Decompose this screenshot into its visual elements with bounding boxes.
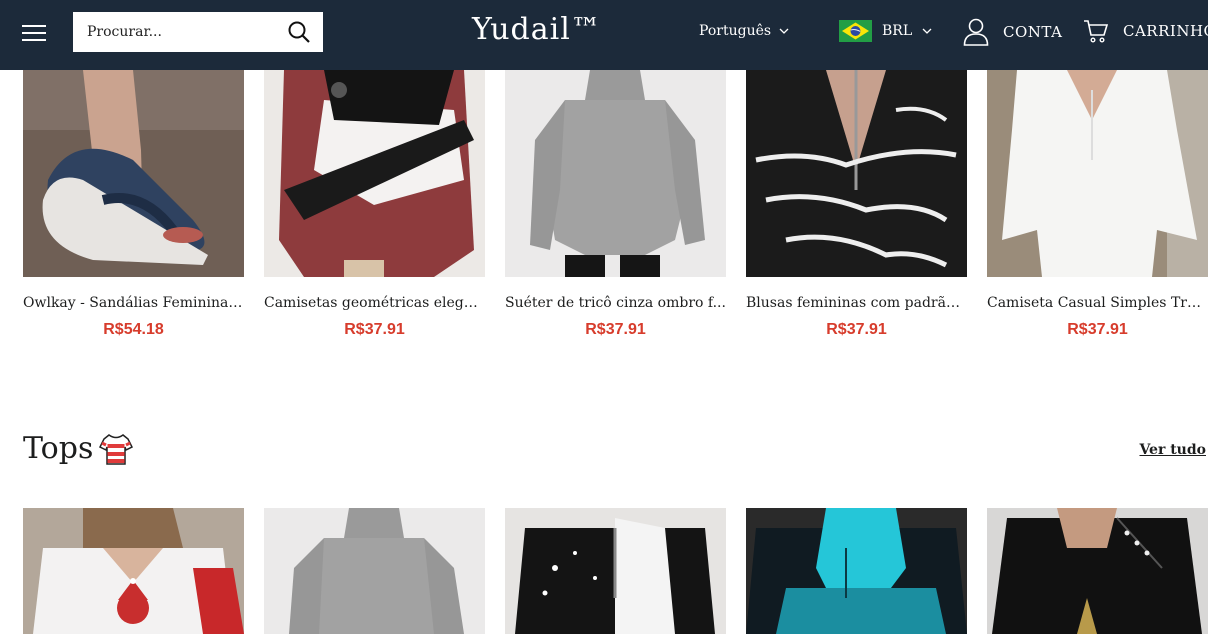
product-image[interactable]	[23, 70, 244, 277]
language-selector[interactable]: Português	[699, 23, 789, 39]
product-image[interactable]	[505, 508, 726, 634]
site-logo[interactable]: Yudail™	[472, 12, 602, 47]
language-label: Português	[699, 23, 772, 39]
site-header: Yudail™ Português BRL CONTA CARR	[0, 0, 1208, 70]
product-image[interactable]	[23, 508, 244, 634]
product-title[interactable]: Owlkay - Sandálias Femininas...	[23, 295, 244, 311]
product-card[interactable]	[505, 508, 726, 634]
product-image[interactable]	[987, 508, 1208, 634]
product-grid: Owlkay - Sandálias Femininas... R$54.18 …	[23, 70, 1208, 339]
chevron-down-icon	[922, 28, 932, 34]
product-price: R$37.91	[1067, 321, 1128, 338]
product-title[interactable]: Blusas femininas com padrão...	[746, 295, 967, 311]
account-label: CONTA	[1003, 23, 1063, 41]
product-image[interactable]	[264, 70, 485, 277]
product-card[interactable]: Owlkay - Sandálias Femininas... R$54.18	[23, 70, 244, 339]
product-image[interactable]	[746, 70, 967, 277]
product-card[interactable]: Blusas femininas com padrão... R$37.91	[746, 70, 967, 339]
product-card[interactable]: Camisetas geométricas elega... R$37.91	[264, 70, 485, 339]
section-title: Tops	[23, 431, 134, 466]
view-all-link[interactable]: Ver tudo	[1139, 442, 1206, 458]
product-price: R$37.91	[585, 321, 646, 338]
product-title[interactable]: Camisetas geométricas elega...	[264, 295, 485, 311]
user-icon	[963, 18, 989, 46]
product-title[interactable]: Suéter de tricô cinza ombro f...	[505, 295, 726, 311]
chevron-down-icon	[779, 28, 789, 34]
product-image[interactable]	[987, 70, 1208, 277]
product-card[interactable]	[23, 508, 244, 634]
product-card[interactable]: Suéter de tricô cinza ombro f... R$37.91	[505, 70, 726, 339]
account-link[interactable]: CONTA	[963, 18, 1062, 46]
search-box	[73, 12, 323, 52]
product-card[interactable]: Camiseta Casual Simples Trê... R$37.91	[987, 70, 1208, 339]
tshirt-icon	[99, 433, 134, 465]
product-image[interactable]	[505, 70, 726, 277]
brazil-flag-icon	[839, 20, 872, 42]
section-title-text: Tops	[23, 431, 94, 466]
product-title[interactable]: Camiseta Casual Simples Trê...	[987, 295, 1208, 311]
product-price: R$37.91	[344, 321, 405, 338]
cart-label: CARRINHO	[1123, 22, 1208, 40]
search-input[interactable]	[73, 12, 273, 52]
cart-icon	[1084, 20, 1109, 43]
product-image[interactable]	[746, 508, 967, 634]
product-card[interactable]	[987, 508, 1208, 634]
currency-selector[interactable]: BRL	[839, 20, 932, 42]
product-card[interactable]	[264, 508, 485, 634]
product-price: R$37.91	[826, 321, 887, 338]
product-card[interactable]	[746, 508, 967, 634]
cart-link[interactable]: CARRINHO	[1083, 18, 1208, 44]
currency-label: BRL	[882, 23, 913, 39]
product-image[interactable]	[264, 508, 485, 634]
product-price: R$54.18	[103, 321, 164, 338]
menu-icon[interactable]	[22, 22, 48, 42]
search-icon[interactable]	[287, 20, 311, 44]
tops-product-grid	[23, 508, 1208, 634]
